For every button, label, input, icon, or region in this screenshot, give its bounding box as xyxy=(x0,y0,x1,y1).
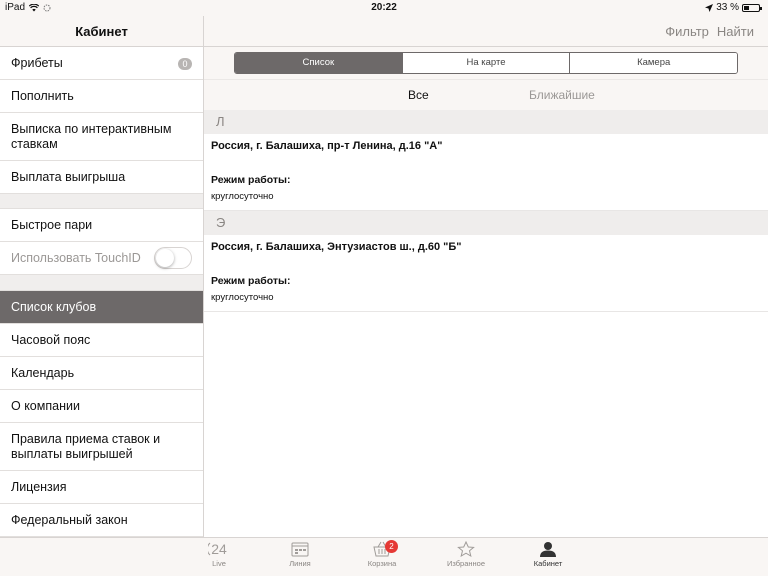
club-item[interactable]: Россия, г. Балашиха, Энтузиастов ш., д.6… xyxy=(204,235,768,312)
tab-label: Корзина xyxy=(367,559,397,568)
segment-list[interactable]: Список xyxy=(235,53,402,73)
filter-button[interactable]: Фильтр xyxy=(665,24,709,39)
club-item[interactable]: Россия, г. Балашиха, пр-т Ленина, д.16 "… xyxy=(204,134,768,211)
segment-camera[interactable]: Камера xyxy=(569,53,737,73)
distance-filter-tabs: Все Ближайшие xyxy=(204,79,768,110)
svg-text:24: 24 xyxy=(211,541,227,557)
sidebar-item-label: Использовать TouchID xyxy=(11,251,141,265)
sidebar-item-label: Часовой пояс xyxy=(11,333,91,347)
filter-nearest[interactable]: Ближайшие xyxy=(529,88,595,102)
live-icon: 24 xyxy=(208,541,227,557)
sidebar-item-interactive-statement[interactable]: Выписка по интерактивным ставкам xyxy=(0,113,203,161)
sidebar-item-label: Выплата выигрыша xyxy=(11,170,126,184)
clock: 20:22 xyxy=(371,2,397,13)
sidebar: Фрибеты 0 Пополнить Выписка по интеракти… xyxy=(0,47,204,537)
sidebar-item-label: Быстрое пари xyxy=(11,218,93,232)
sidebar-item-calendar[interactable]: Календарь xyxy=(0,357,203,390)
sidebar-item-label: Список клубов xyxy=(11,300,97,314)
tab-line[interactable]: Линия xyxy=(270,541,330,568)
section-header: Э xyxy=(204,211,768,235)
star-icon xyxy=(457,541,475,557)
sidebar-item-label: О компании xyxy=(11,399,80,413)
sidebar-group-separator xyxy=(0,194,203,209)
working-hours-value: круглосуточно xyxy=(211,191,274,202)
content-navbar: Фильтр Найти xyxy=(204,16,768,47)
tab-bar: 24 Live Линия 2 Корзина Избранное Кабине… xyxy=(0,537,768,576)
battery-percent: 33 % xyxy=(716,2,739,13)
sidebar-item-about[interactable]: О компании xyxy=(0,390,203,423)
search-button[interactable]: Найти xyxy=(717,24,754,39)
freebets-count-badge: 0 xyxy=(178,58,192,70)
sidebar-item-deposit[interactable]: Пополнить xyxy=(0,80,203,113)
sidebar-item-label: Федеральный закон xyxy=(11,513,128,527)
sidebar-item-label: Выписка по интерактивным ставкам xyxy=(11,121,172,151)
segment-map[interactable]: На карте xyxy=(401,53,570,73)
tab-live[interactable]: 24 Live xyxy=(189,541,249,568)
working-hours-label: Режим работы: xyxy=(211,174,291,186)
tab-basket[interactable]: 2 Корзина xyxy=(352,540,412,568)
sidebar-item-license[interactable]: Лицензия xyxy=(0,471,203,504)
sidebar-item-touchid: Использовать TouchID xyxy=(0,242,203,275)
status-bar: iPad 20:22 33 % xyxy=(0,0,768,16)
tab-label: Линия xyxy=(289,559,311,568)
tab-cabinet[interactable]: Кабинет xyxy=(518,541,578,568)
touchid-toggle[interactable] xyxy=(154,247,192,269)
sidebar-item-label: Пополнить xyxy=(11,89,74,103)
sidebar-item-label: Календарь xyxy=(11,366,75,380)
tab-label: Live xyxy=(212,559,226,568)
tab-label: Избранное xyxy=(446,559,485,568)
club-list-panel: Список На карте Камера Все Ближайшие Л Р… xyxy=(204,47,768,537)
sidebar-item-payout[interactable]: Выплата выигрыша xyxy=(0,161,203,194)
sidebar-item-label: Лицензия xyxy=(11,480,67,494)
sidebar-item-timezone[interactable]: Часовой пояс xyxy=(0,324,203,357)
club-address: Россия, г. Балашиха, пр-т Ленина, д.16 "… xyxy=(211,140,443,152)
sidebar-item-rules[interactable]: Правила приема ставок и выплаты выигрыше… xyxy=(0,423,203,471)
battery-icon xyxy=(742,3,762,12)
calendar-icon xyxy=(291,542,309,557)
working-hours-value: круглосуточно xyxy=(211,292,274,303)
sidebar-item-federal-law[interactable]: Федеральный закон xyxy=(0,504,203,537)
basket-count-badge: 2 xyxy=(385,540,398,553)
filter-all[interactable]: Все xyxy=(408,88,429,102)
sidebar-item-label: Правила приема ставок и выплаты выигрыше… xyxy=(11,431,161,461)
club-address: Россия, г. Балашиха, Энтузиастов ш., д.6… xyxy=(211,241,462,253)
sidebar-title: Кабинет xyxy=(0,16,204,47)
person-icon xyxy=(540,542,556,557)
section-header: Л xyxy=(204,110,768,134)
tab-label: Кабинет xyxy=(533,559,563,568)
sidebar-item-freebets[interactable]: Фрибеты 0 xyxy=(0,47,203,80)
working-hours-label: Режим работы: xyxy=(211,275,291,287)
toggle-knob xyxy=(156,249,174,267)
sidebar-group-separator xyxy=(0,275,203,291)
sidebar-item-club-list[interactable]: Список клубов xyxy=(0,291,203,324)
sidebar-item-quick-bet[interactable]: Быстрое пари xyxy=(0,209,203,242)
location-arrow-icon xyxy=(705,3,714,12)
sidebar-item-label: Фрибеты xyxy=(11,56,63,70)
view-mode-segmented-control: Список На карте Камера xyxy=(234,52,738,74)
tab-favorites[interactable]: Избранное xyxy=(436,541,496,568)
